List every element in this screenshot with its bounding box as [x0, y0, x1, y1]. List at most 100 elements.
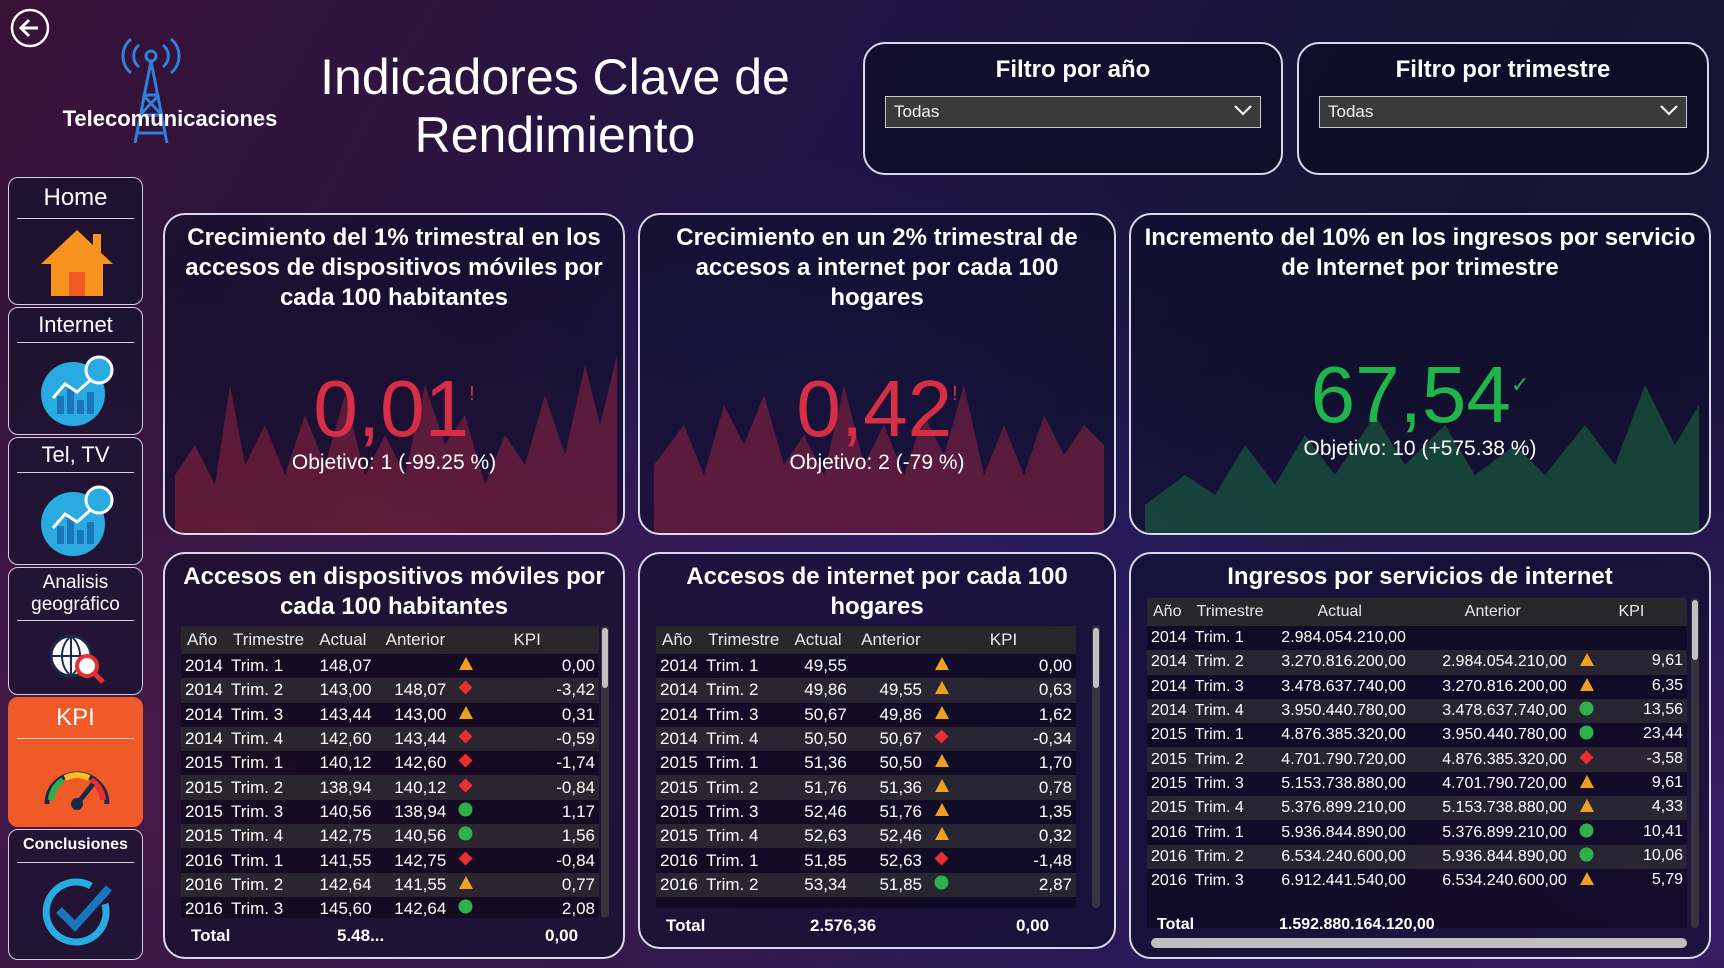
- cell-year: 2015: [1147, 747, 1191, 772]
- warning-triangle-icon: [1579, 653, 1594, 667]
- cell-actual: 51,36: [804, 753, 847, 773]
- nav-kpi[interactable]: KPI: [8, 697, 143, 827]
- nav-analisis-geografico[interactable]: Analisis geográfico: [8, 567, 143, 695]
- cell-kpi: 1,35: [926, 800, 1076, 824]
- cell-quarter: Trim. 4: [226, 726, 306, 752]
- table-card-revenue: Ingresos por servicios de internet Año Tr…: [1129, 552, 1711, 959]
- kpi-value: 67,54✓: [1310, 350, 1530, 439]
- cell-year: 2015: [1147, 796, 1191, 821]
- cell-actual: 140,12: [319, 753, 372, 773]
- year-filter-dropdown[interactable]: Todas: [885, 96, 1261, 128]
- cell-kpi: 6,35: [1571, 675, 1687, 699]
- cell-kpi: 10,06: [1570, 844, 1687, 869]
- nav-conclusiones[interactable]: Conclusiones: [8, 829, 143, 960]
- cell-actual: 142,75: [305, 824, 376, 849]
- cell-previous: 52,63: [879, 850, 922, 870]
- table-row: 2014 Trim. 2 143,00 148,07 -3,42: [181, 678, 599, 703]
- cell-previous: 51,85: [850, 872, 926, 897]
- table-revenue[interactable]: Año Trimestre Actual Anterior KPI 2014 Trim. 1…: [1147, 598, 1687, 928]
- cell-year: 2014: [185, 656, 223, 676]
- back-button[interactable]: [10, 8, 50, 48]
- cell-kpi: 2,87: [925, 872, 1076, 897]
- cell-actual: 5.153.738.880,00: [1281, 774, 1406, 792]
- cell-kpi: 0,78: [925, 775, 1076, 800]
- kpi-target: Objetivo: 2 (-79 %): [789, 451, 965, 474]
- column-header: Actual: [780, 626, 851, 654]
- table-row: 2015 Trim. 2 4.701.790.720,00 4.876.385.320…: [1147, 747, 1687, 772]
- column-header: Anterior: [850, 626, 926, 654]
- cell-previous: 6.534.240.600,00: [1442, 872, 1567, 890]
- cell-previous: 49,86: [879, 704, 922, 724]
- cell-quarter: Trim. 3: [1194, 774, 1244, 792]
- cell-previous: 52,46: [850, 824, 926, 849]
- cell-actual: 5.936.844.890,00: [1281, 823, 1406, 841]
- nav-tel-tv[interactable]: Tel, TV: [8, 437, 143, 565]
- cell-actual: 148,07: [319, 656, 372, 676]
- cell-actual: 145,60: [319, 899, 372, 918]
- cell-year: 2016: [1151, 823, 1187, 841]
- kpi-title: Crecimiento del 1% trimestral en los acc…: [185, 224, 603, 311]
- table-header-row: Año Trimestre Actual Anterior KPI: [181, 626, 599, 654]
- total-actual: 2.576,36: [810, 916, 877, 935]
- cell-kpi: 0,32: [925, 824, 1076, 849]
- table-row: 2016 Trim. 2 53,34 51,85 2,87: [656, 872, 1076, 897]
- kpi-target: Objetivo: 10 (+575.38 %): [1303, 437, 1537, 460]
- cell-kpi: 0,63: [925, 678, 1076, 703]
- warning-triangle-icon: [934, 778, 949, 792]
- cell-actual: 52,46: [804, 801, 847, 821]
- cell-kpi: 1,17: [450, 800, 599, 824]
- cell-previous: 142,60: [394, 753, 447, 773]
- cell-previous: 5.376.899.210,00: [1442, 823, 1567, 841]
- warning-triangle-icon: [459, 657, 474, 671]
- ok-circle-icon: [1579, 701, 1594, 716]
- warning-triangle-icon: [1579, 799, 1594, 813]
- alert-diamond-icon: [458, 680, 473, 695]
- quarter-filter: Filtro por trimestre Todas: [1297, 42, 1709, 175]
- cell-previous: 143,44: [375, 726, 451, 752]
- kpi-value: 0,42!: [796, 364, 958, 453]
- table-mobile[interactable]: Año Trimestre Actual Anterior KPI 2014 Trim. 1…: [181, 626, 599, 918]
- quarter-filter-value: Todas: [1328, 102, 1374, 121]
- warning-triangle-icon: [934, 827, 949, 841]
- brand-label: Telecomunicaciones: [62, 106, 278, 131]
- table-header-row: Año Trimestre Actual Anterior KPI: [1147, 598, 1687, 626]
- cell-kpi: -3,42: [450, 678, 599, 703]
- cell-actual: 3.950.440.780,00: [1264, 698, 1410, 724]
- cell-kpi: [1571, 626, 1687, 650]
- warning-triangle-icon: [459, 875, 474, 889]
- nav-kpi-label: KPI: [56, 704, 95, 731]
- cell-previous: [1410, 626, 1571, 650]
- cell-kpi: 0,77: [450, 872, 599, 897]
- vertical-scrollbar[interactable]: [1092, 626, 1100, 908]
- nav-internet[interactable]: Internet: [8, 307, 143, 435]
- cell-year: 2014: [185, 704, 223, 724]
- kpi-card-revenue: Incremento del 10% en los ingresos por s…: [1129, 213, 1711, 535]
- ok-circle-icon: [458, 802, 473, 817]
- cell-actual: 143,00: [305, 678, 376, 703]
- cell-previous: 5.153.738.880,00: [1409, 796, 1571, 821]
- cell-year: 2015: [660, 753, 698, 773]
- table-row: 2015 Trim. 3 5.153.738.880,00 4.701.790.720…: [1147, 772, 1687, 796]
- cell-kpi: 9,61: [1571, 772, 1687, 796]
- cell-quarter: Trim. 2: [226, 872, 306, 897]
- kpi-title: Crecimiento en un 2% trimestral de acces…: [676, 224, 1078, 311]
- vertical-scrollbar[interactable]: [1691, 598, 1699, 928]
- ok-circle-icon: [458, 826, 473, 841]
- warning-triangle-icon: [1579, 872, 1594, 886]
- horizontal-scrollbar[interactable]: [1151, 938, 1687, 948]
- cell-previous: 142,75: [394, 850, 447, 870]
- cell-previous: 50,50: [879, 753, 922, 773]
- cell-kpi: -1,74: [450, 751, 599, 775]
- ok-circle-icon: [934, 875, 949, 890]
- home-icon: [41, 230, 113, 296]
- cell-year: 2014: [656, 678, 703, 703]
- ok-circle-icon: [1579, 725, 1594, 740]
- vertical-scrollbar[interactable]: [601, 626, 609, 918]
- column-header: Anterior: [1409, 598, 1571, 626]
- cell-actual: 6.534.240.600,00: [1264, 844, 1410, 869]
- cell-actual: 141,55: [319, 850, 372, 870]
- quarter-filter-dropdown[interactable]: Todas: [1319, 96, 1687, 128]
- alert-diamond-icon: [458, 778, 473, 793]
- nav-home[interactable]: Home: [8, 177, 143, 305]
- table-internet-access[interactable]: Año Trimestre Actual Anterior KPI 2014 Trim. 1…: [656, 626, 1076, 908]
